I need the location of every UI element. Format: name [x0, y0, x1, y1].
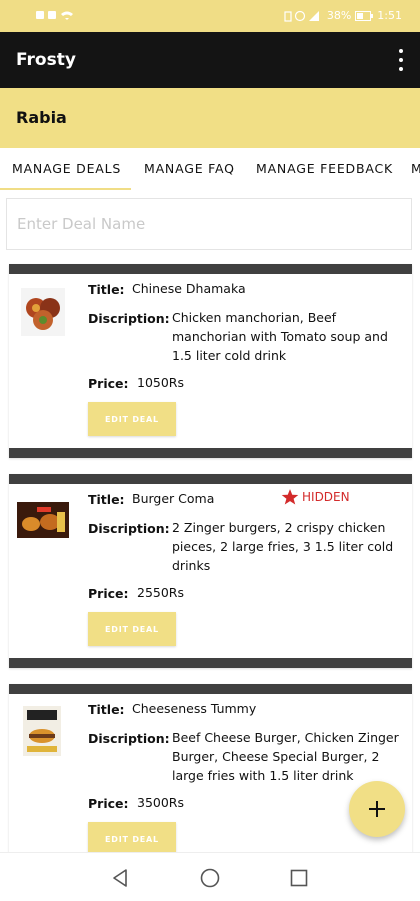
- deal-card: Title: Cheeseness Tummy Discription: Bee…: [9, 684, 412, 864]
- status-icons: [284, 10, 319, 22]
- edit-deal-button[interactable]: EDIT DEAL: [88, 612, 176, 646]
- tab-bar: MANAGE DEALS MANAGE FAQ MANAGE FEEDBACK …: [0, 148, 420, 190]
- card-top-bar: [9, 474, 412, 484]
- app-title: Frosty: [16, 50, 76, 70]
- card-top-bar: [9, 264, 412, 274]
- tab-manage-deals[interactable]: MANAGE DEALS: [12, 161, 121, 176]
- tab-manage-feedback[interactable]: MANAGE FEEDBACK: [256, 161, 393, 176]
- deal-description: Beef Cheese Burger, Chicken Zinger Burge…: [172, 730, 399, 783]
- status-right: 38% 1:51: [283, 9, 402, 22]
- battery-icon: [355, 10, 374, 21]
- description-label: Discription:: [88, 521, 170, 536]
- title-label: Title:: [88, 492, 125, 507]
- app-bar: Frosty: [0, 32, 420, 88]
- tab-overflow[interactable]: M: [411, 161, 420, 176]
- edit-deal-button[interactable]: EDIT DEAL: [88, 402, 176, 436]
- tab-indicator: [0, 188, 131, 190]
- more-vert-icon[interactable]: [398, 49, 404, 71]
- deal-price: 1050Rs: [137, 375, 185, 390]
- deal-card: Title: Chinese Dhamaka Discription: Chic…: [9, 264, 412, 458]
- card-top-bar: [9, 684, 412, 694]
- card-bottom-bar: [9, 658, 412, 668]
- deal-description: Chicken manchorian, Beef manchorian with…: [172, 310, 388, 363]
- description-label: Discription:: [88, 311, 170, 326]
- deal-thumbnail: [17, 502, 69, 538]
- recents-icon[interactable]: [290, 869, 308, 887]
- deal-name-search-input[interactable]: [15, 199, 399, 249]
- clock: 1:51: [377, 9, 402, 22]
- deal-card: Title: Burger Coma HIDDEN Discription: 2…: [9, 474, 412, 668]
- battery-level: 38%: [326, 9, 352, 22]
- edit-deal-button[interactable]: EDIT DEAL: [88, 822, 176, 856]
- hidden-badge: HIDDEN: [281, 488, 350, 506]
- user-name: Rabia: [16, 108, 67, 127]
- status-bar: 38% 1:51: [0, 0, 420, 32]
- deal-price: 3500Rs: [137, 795, 185, 810]
- price-label: Price:: [88, 586, 129, 601]
- price-label: Price:: [88, 796, 129, 811]
- title-label: Title:: [88, 282, 125, 297]
- system-nav-bar: [0, 852, 420, 901]
- back-icon[interactable]: [111, 868, 129, 888]
- deal-thumbnail: [21, 288, 65, 336]
- add-deal-button[interactable]: [349, 781, 405, 837]
- status-left-icons: [36, 9, 76, 24]
- deal-thumbnail: [23, 706, 61, 756]
- hidden-label: HIDDEN: [302, 490, 350, 504]
- deal-price: 2550Rs: [137, 585, 185, 600]
- card-bottom-bar: [9, 448, 412, 458]
- tab-manage-faq[interactable]: MANAGE FAQ: [144, 161, 235, 176]
- deal-title: Burger Coma: [132, 491, 215, 506]
- notification-icons: [36, 11, 73, 20]
- deal-title: Chinese Dhamaka: [132, 281, 246, 296]
- deal-description: 2 Zinger burgers, 2 crispy chicken piece…: [172, 520, 394, 573]
- price-label: Price:: [88, 376, 129, 391]
- star-icon: [281, 489, 299, 505]
- user-bar: Rabia: [0, 88, 420, 148]
- title-label: Title:: [88, 702, 125, 717]
- home-icon[interactable]: [200, 868, 220, 888]
- description-label: Discription:: [88, 731, 170, 746]
- search-box: [6, 198, 412, 250]
- deal-title: Cheeseness Tummy: [132, 701, 257, 716]
- plus-icon: [369, 801, 385, 817]
